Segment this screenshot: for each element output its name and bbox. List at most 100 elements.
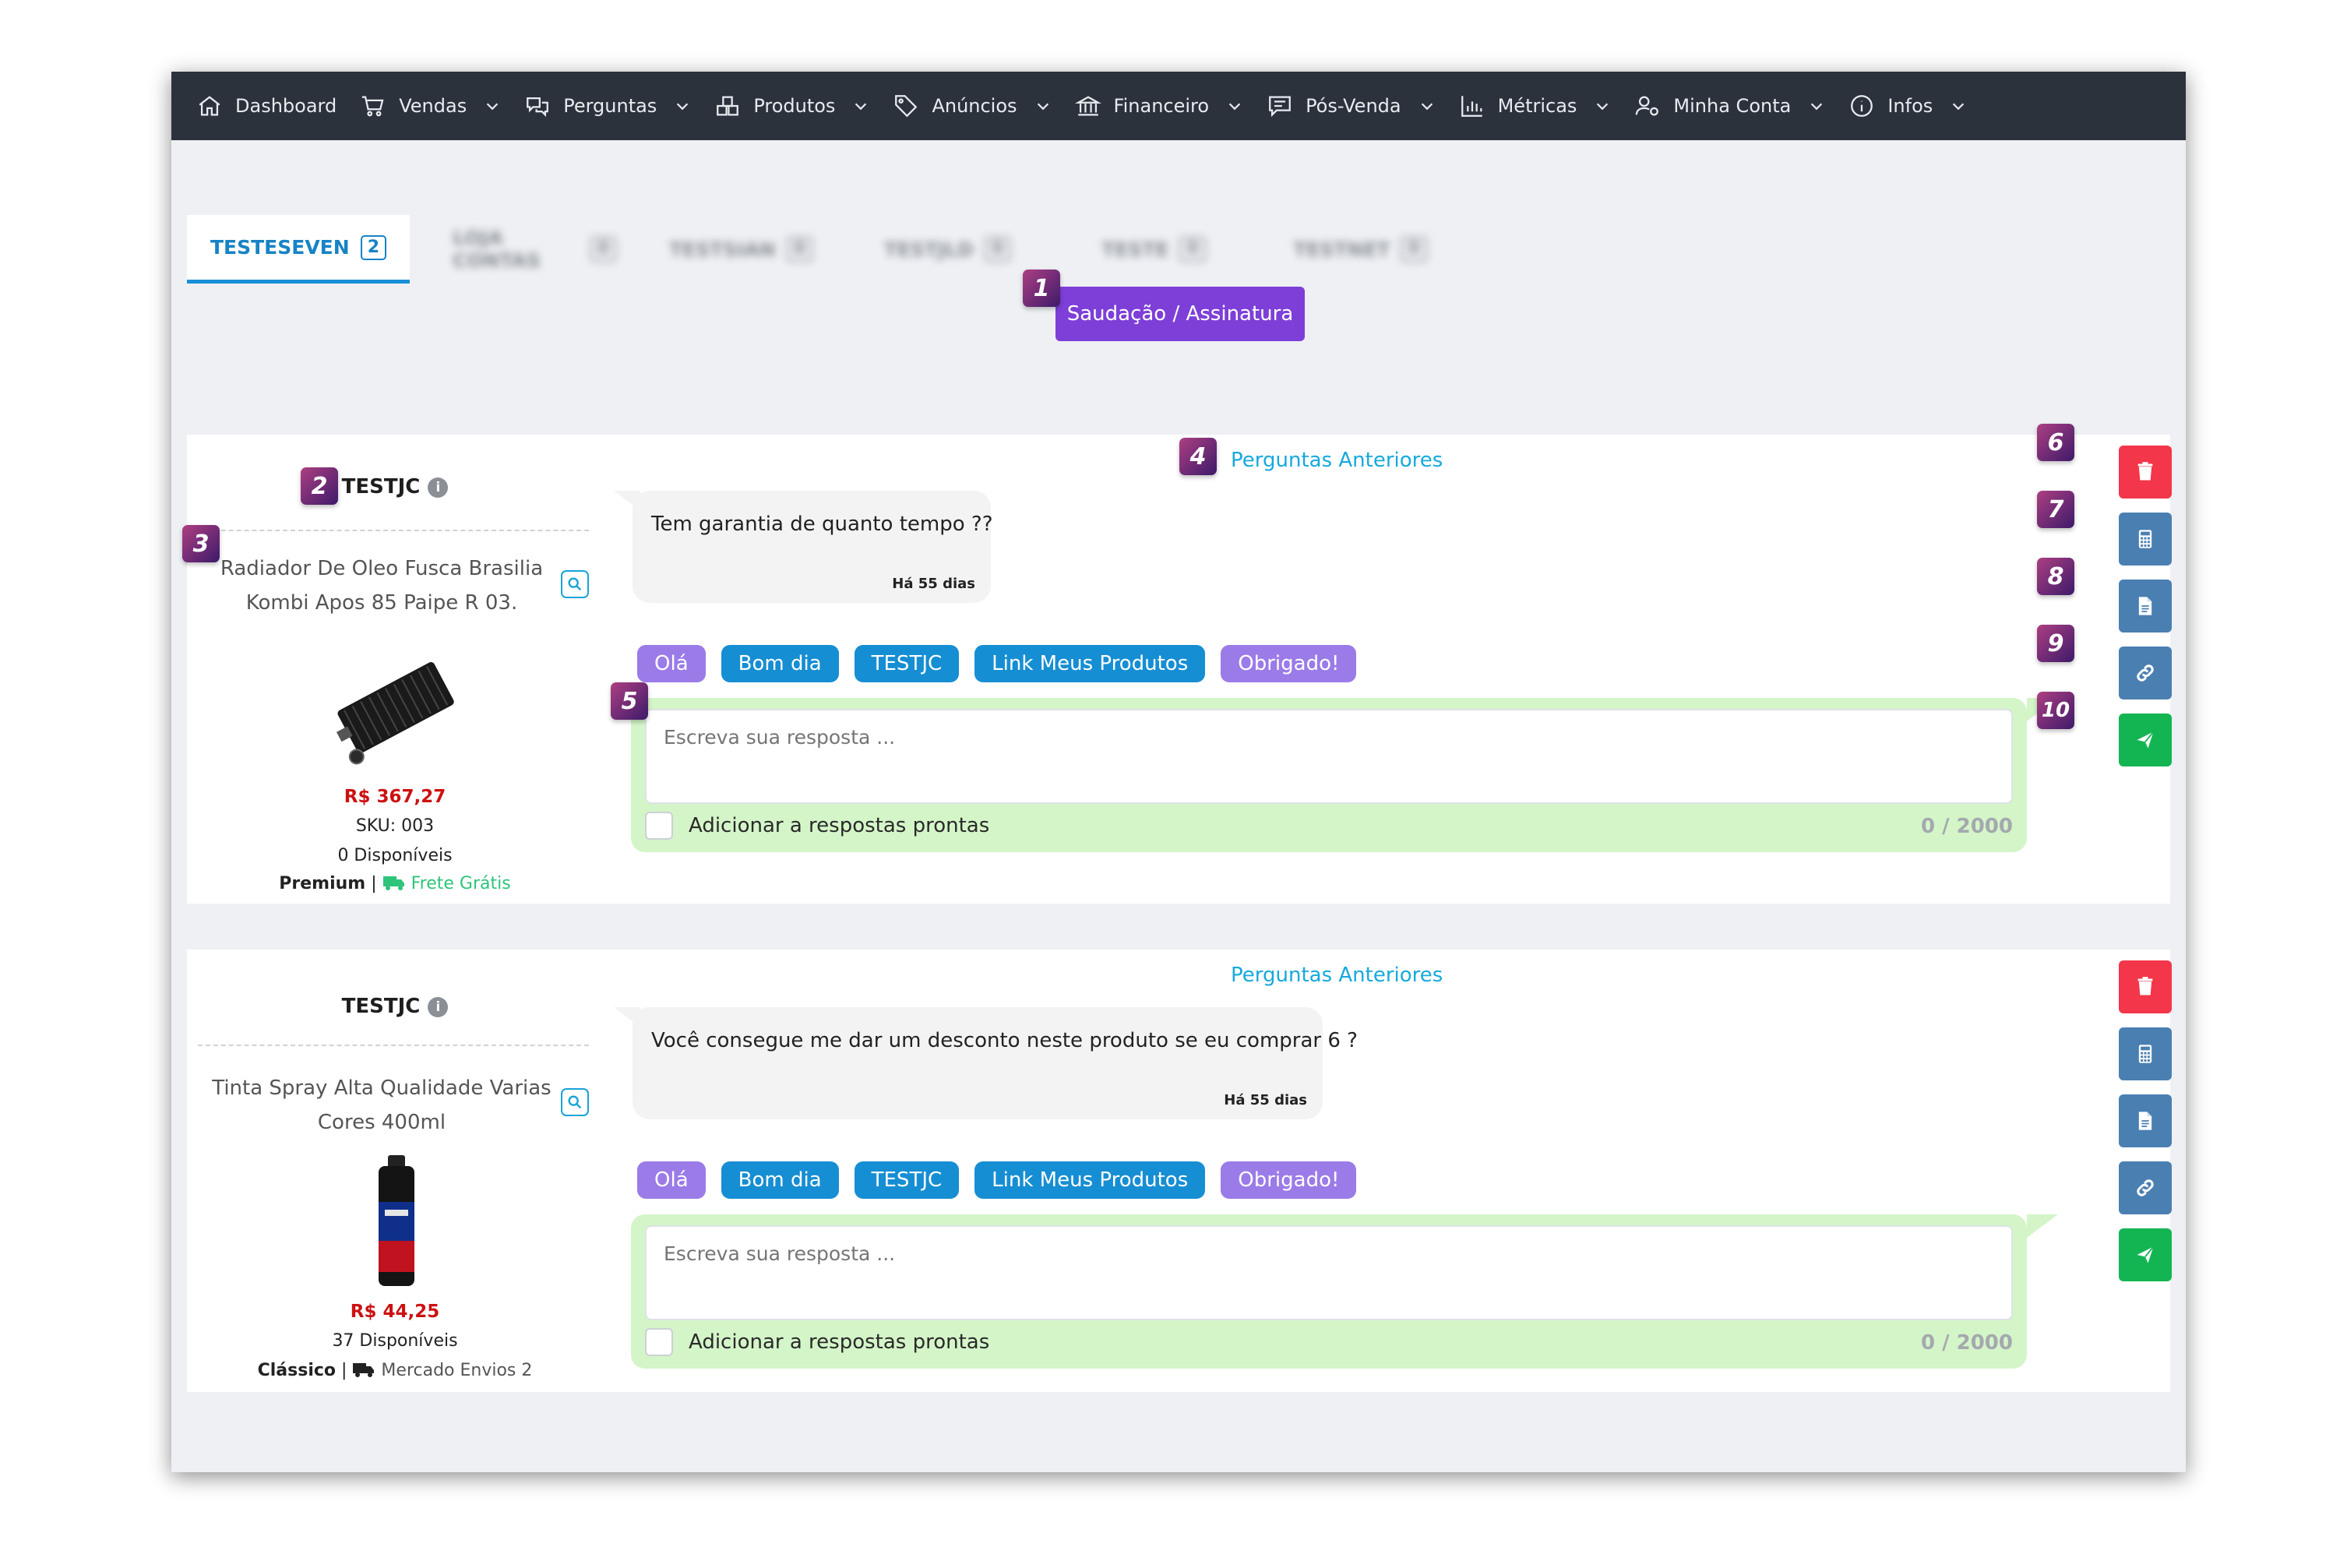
nav-minha-conta[interactable]: Minha Conta [1634, 93, 1825, 119]
nav-label: Perguntas [563, 95, 657, 117]
nav-financeiro[interactable]: Financeiro [1074, 93, 1244, 119]
nav-label: Financeiro [1113, 95, 1210, 117]
calculator-button[interactable] [2119, 513, 2172, 566]
search-product-button[interactable] [561, 570, 589, 598]
chat-icon [524, 93, 551, 119]
nav-produtos[interactable]: Produtos [714, 93, 869, 119]
chevron-down-icon [484, 97, 501, 115]
truck-icon [382, 874, 406, 891]
tab-count-badge: 0 [984, 237, 1011, 262]
bar-chart-icon [1459, 93, 1485, 119]
calculator-button[interactable] [2119, 1027, 2172, 1080]
nav-dashboard[interactable]: Dashboard [196, 93, 337, 119]
document-icon [2138, 1112, 2152, 1130]
tab-count-badge: 0 [786, 237, 813, 262]
tag-icon [893, 93, 919, 119]
quick-reply-ola[interactable]: Olá [637, 645, 706, 682]
reply-textarea[interactable] [645, 1225, 2013, 1320]
quick-reply-testjc[interactable]: TESTJC [854, 1161, 960, 1199]
nav-label: Vendas [399, 95, 467, 117]
seller-label: TESTJC [341, 475, 421, 499]
nav-infos[interactable]: Infos [1848, 93, 1967, 119]
quick-reply-link-meus-produtos[interactable]: Link Meus Produtos [974, 645, 1206, 682]
document-icon [2138, 597, 2152, 615]
add-ready-checkbox[interactable] [645, 1328, 673, 1356]
info-icon[interactable]: i [428, 477, 449, 498]
search-icon [568, 577, 582, 591]
quick-reply-obrigado[interactable]: Obrigado! [1221, 645, 1357, 682]
tab-label: TESTNET [1293, 238, 1390, 261]
tab-account-5[interactable]: TESTE 0 [1072, 215, 1235, 284]
nav-label: Dashboard [235, 95, 337, 117]
nav-pos-venda[interactable]: Pós-Venda [1267, 93, 1436, 119]
quick-reply-obrigado[interactable]: Obrigado! [1221, 1161, 1357, 1199]
add-ready-label: Adicionar a respostas prontas [689, 1330, 990, 1354]
product-image [361, 1155, 432, 1288]
boxes-icon [714, 93, 741, 119]
reply-panel: Adicionar a respostas prontas 0 / 2000 [631, 1214, 2058, 1369]
truck-icon [352, 1361, 375, 1378]
tab-count-badge: 0 [590, 237, 616, 262]
tab-count-badge: 0 [1401, 237, 1427, 262]
bank-icon [1074, 93, 1101, 119]
trash-icon [2137, 462, 2153, 481]
document-button[interactable] [2119, 580, 2172, 632]
nav-anuncios[interactable]: Anúncios [893, 93, 1051, 119]
send-button[interactable] [2119, 714, 2172, 766]
tab-account-4[interactable]: TESTJLD 0 [865, 215, 1029, 284]
delete-button[interactable] [2119, 446, 2172, 499]
chevron-down-icon [1226, 97, 1243, 115]
nav-label: Métricas [1497, 95, 1577, 117]
greeting-signature-button[interactable]: Saudação / Assinatura [1055, 287, 1305, 341]
shipping-label: Mercado Envios 2 [381, 1361, 533, 1380]
question-bubble: Você consegue me dar um desconto neste p… [614, 1007, 1358, 1119]
previous-questions-link[interactable]: Perguntas Anteriores [1231, 964, 1443, 987]
delete-button[interactable] [2119, 960, 2172, 1013]
seller-name: TESTJC i [187, 995, 603, 1018]
chevron-down-icon [852, 97, 869, 115]
link-icon [2137, 1179, 2154, 1196]
divider [198, 530, 589, 531]
tutorial-badge-7: 7 [2037, 491, 2074, 528]
tutorial-badge-4: 4 [1179, 438, 1217, 475]
product-stock: 37 Disponíveis [332, 1331, 458, 1351]
calculator-icon [2138, 530, 2152, 548]
info-icon[interactable]: i [428, 997, 449, 1017]
quick-reply-testjc[interactable]: TESTJC [854, 645, 960, 682]
quick-reply-bom-dia[interactable]: Bom dia [721, 1161, 839, 1199]
nav-perguntas[interactable]: Perguntas [524, 93, 691, 119]
link-button[interactable] [2119, 647, 2172, 699]
divider [198, 1045, 589, 1046]
quick-reply-ola[interactable]: Olá [637, 1161, 706, 1199]
message-icon [1267, 93, 1293, 119]
question-card: TESTJC i Tinta Spray Alta Qualidade Varia… [187, 950, 2172, 1392]
tutorial-badge-3: 3 [182, 525, 220, 562]
nav-label: Pós-Venda [1306, 95, 1401, 117]
calculator-icon [2138, 1045, 2152, 1063]
quick-reply-bom-dia[interactable]: Bom dia [721, 645, 839, 682]
home-icon [196, 93, 223, 119]
search-icon [568, 1095, 582, 1109]
previous-questions-link[interactable]: Perguntas Anteriores [1231, 449, 1443, 472]
account-tabs: TESTESEVEN 2 LOJA CONTAS 0 TESTSIAN 0 TE… [187, 213, 1442, 284]
send-button[interactable] [2119, 1228, 2172, 1281]
search-product-button[interactable] [561, 1088, 589, 1116]
info-icon [1848, 93, 1875, 119]
tab-account-6[interactable]: TESTNET 0 [1278, 215, 1442, 284]
tutorial-badge-10: 10 [2037, 692, 2074, 729]
product-stock: 0 Disponíveis [337, 846, 453, 865]
document-button[interactable] [2119, 1094, 2172, 1147]
user-settings-icon [1634, 93, 1661, 119]
add-ready-checkbox[interactable] [645, 812, 673, 840]
nav-vendas[interactable]: Vendas [360, 93, 501, 119]
add-ready-answer: Adicionar a respostas prontas [645, 1328, 989, 1356]
tutorial-badge-6: 6 [2037, 424, 2074, 461]
reply-textarea[interactable] [645, 709, 2013, 804]
link-button[interactable] [2119, 1161, 2172, 1214]
nav-metricas[interactable]: Métricas [1459, 93, 1612, 119]
tab-account-2[interactable]: LOJA CONTAS 0 [453, 215, 616, 284]
tab-account-3[interactable]: TESTSIAN 0 [659, 215, 823, 284]
tab-testeseven[interactable]: TESTESEVEN 2 [187, 215, 410, 284]
quick-reply-link-meus-produtos[interactable]: Link Meus Produtos [974, 1161, 1206, 1199]
chevron-down-icon [1034, 97, 1052, 115]
